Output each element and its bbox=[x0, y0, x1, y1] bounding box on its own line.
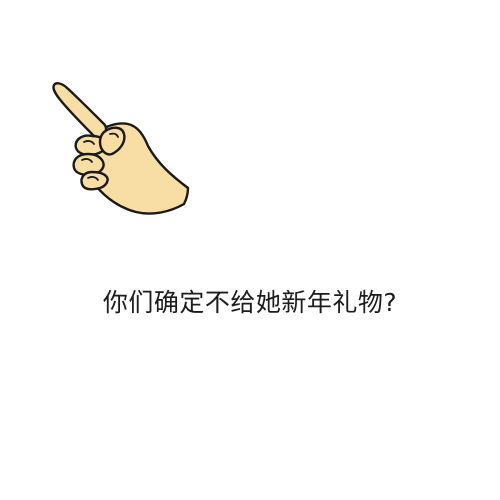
illustration-card bbox=[0, 0, 500, 500]
pointing-hand-icon bbox=[52, 82, 190, 215]
hand-index-finger bbox=[52, 82, 108, 142]
hand-curled-finger-3 bbox=[80, 170, 109, 191]
caption-text: 你们确定不给她新年礼物? bbox=[102, 288, 398, 317]
